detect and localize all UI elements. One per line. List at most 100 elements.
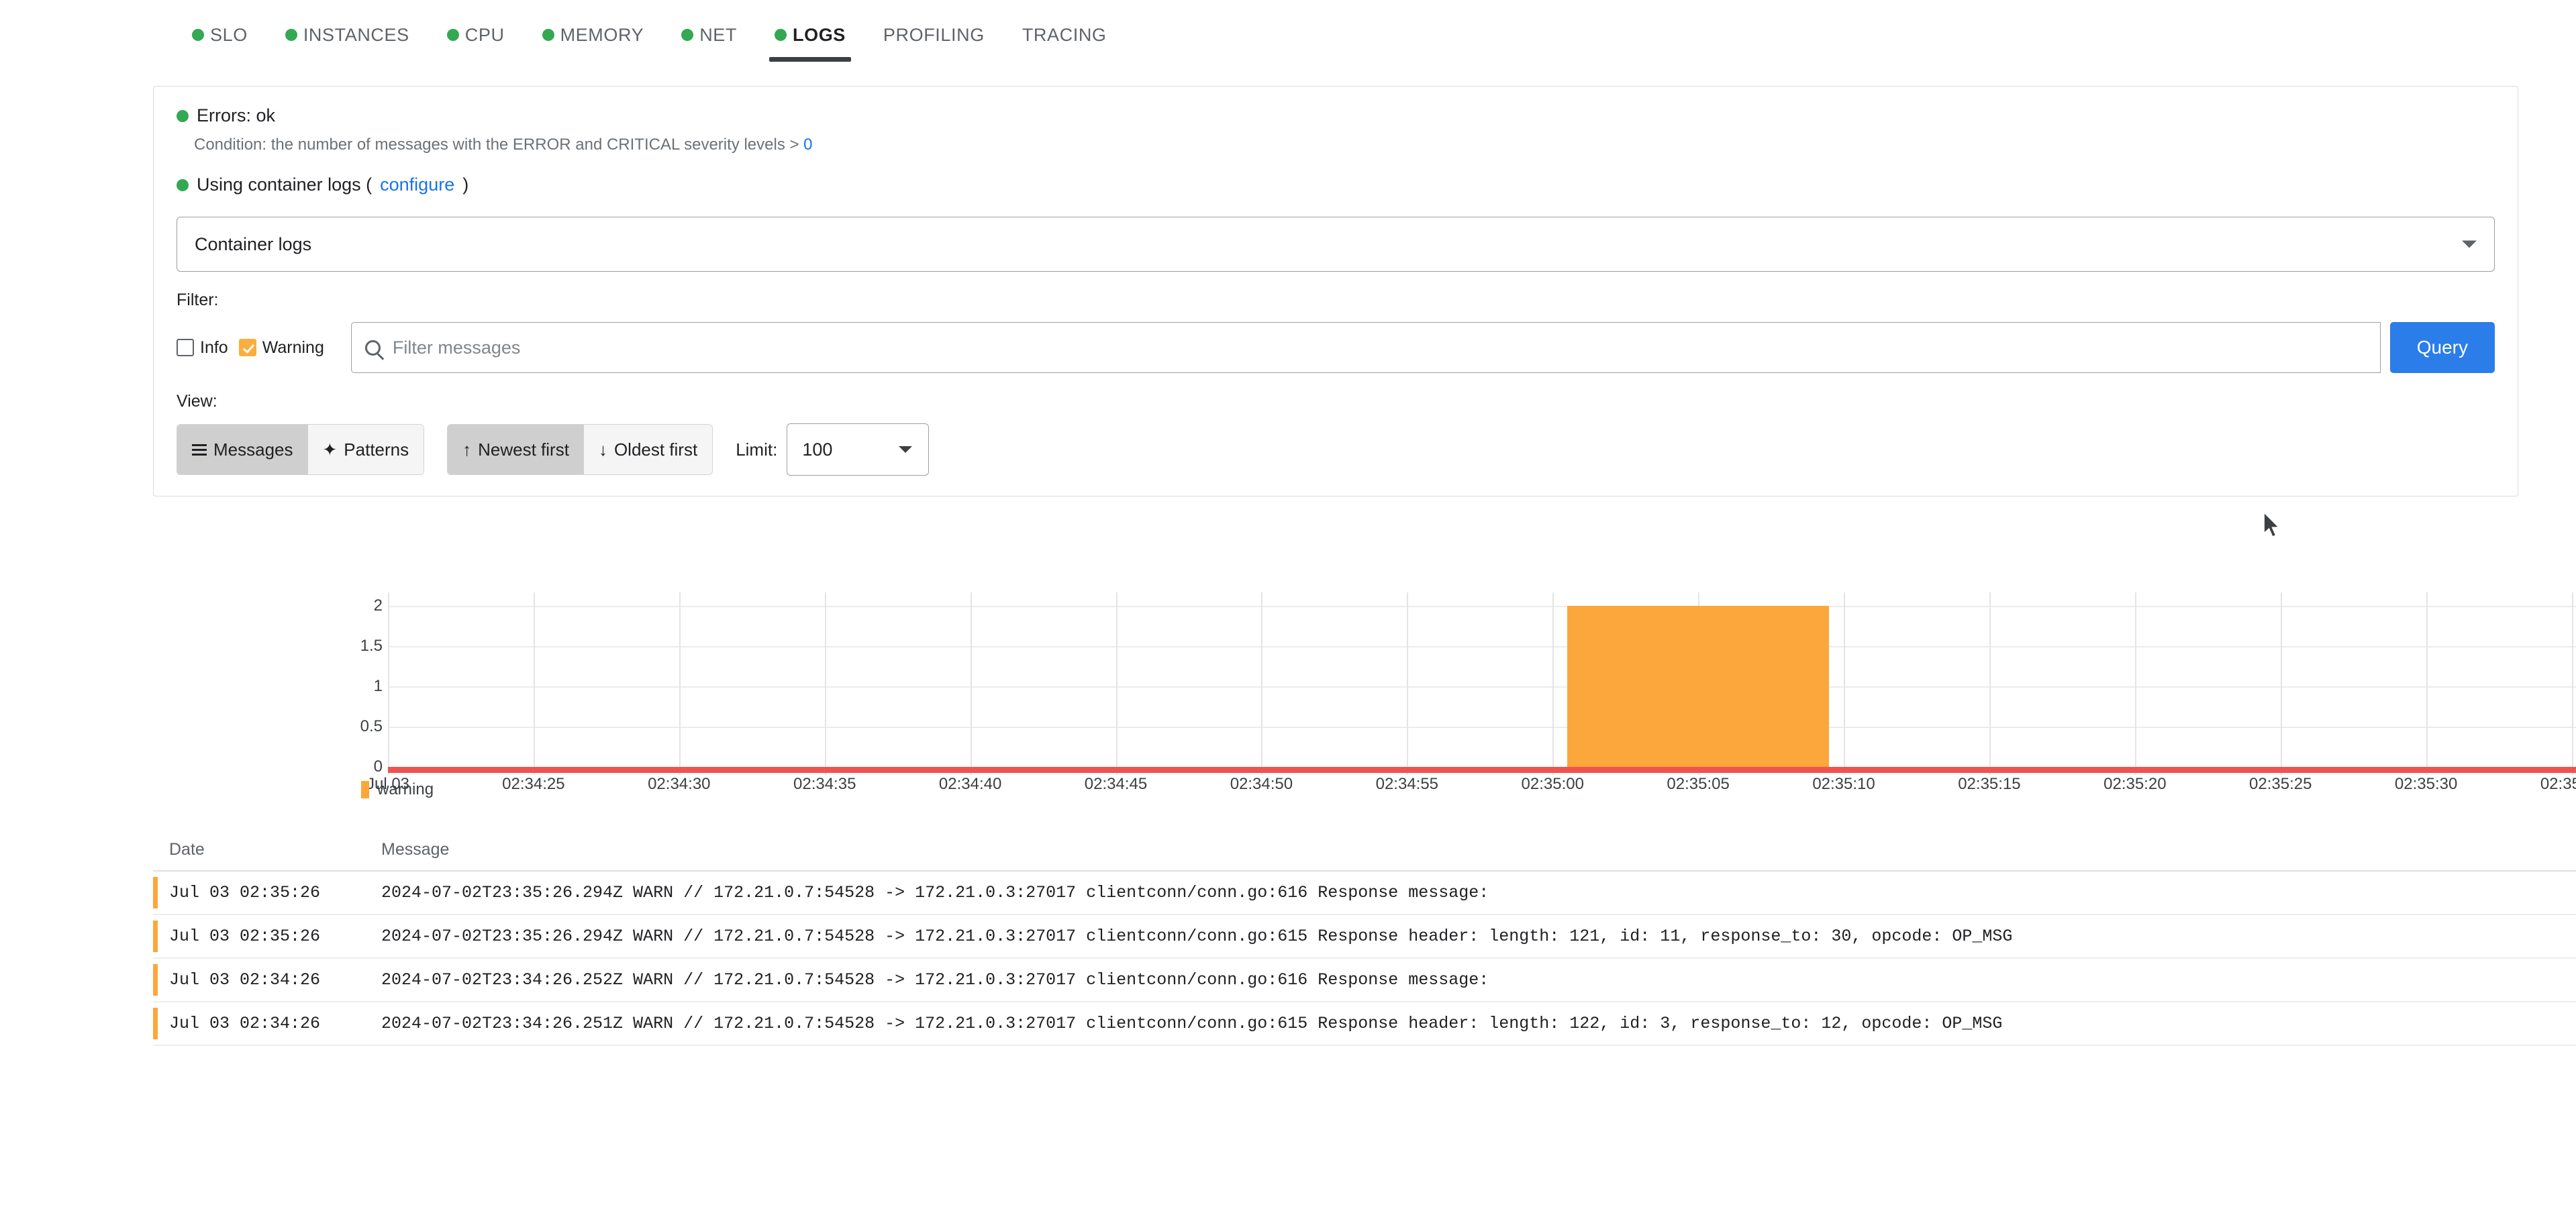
limit-select-value: 100 xyxy=(802,439,833,460)
checkbox-icon-warning[interactable] xyxy=(238,339,256,356)
search-input[interactable] xyxy=(391,336,2367,359)
view-mode-patterns-button[interactable]: ✦ Patterns xyxy=(307,425,424,474)
view-mode-messages-label: Messages xyxy=(213,439,293,460)
chart-gridline-vertical xyxy=(1116,592,1118,775)
view-mode-patterns-label: Patterns xyxy=(344,439,409,460)
tab-instances[interactable]: INSTANCES xyxy=(266,0,428,70)
chart-gridline-vertical xyxy=(1407,592,1409,775)
log-source-prefix: Using container logs ( xyxy=(197,174,373,195)
view-toolbar: Messages ✦ Patterns ↑ Newest first ↓ Old… xyxy=(177,423,2495,476)
filter-section-label: Filter: xyxy=(177,291,219,309)
status-green-dot xyxy=(285,29,297,41)
chart-x-tick-label: 02:34:40 xyxy=(938,775,1002,793)
view-mode-messages-button[interactable]: Messages xyxy=(177,425,308,474)
chart-gridline-vertical xyxy=(388,592,389,775)
tab-profiling[interactable]: PROFILING xyxy=(864,0,1003,70)
log-source-select[interactable]: Container logs xyxy=(177,217,2495,272)
chart-x-tick-label: 02:34:45 xyxy=(1084,775,1148,793)
tab-label: SLO xyxy=(210,24,248,45)
severity-label-warning: Warning xyxy=(262,337,324,357)
mouse-cursor-icon xyxy=(2263,511,2281,538)
status-green-dot xyxy=(192,29,204,41)
log-source-line: Using container logs (configure) xyxy=(177,174,2495,195)
list-icon xyxy=(192,443,207,456)
chart-x-tick-label: 02:34:30 xyxy=(648,775,711,793)
chart-gridline-vertical xyxy=(1989,592,1991,775)
chart-baseline-marker xyxy=(388,767,2576,773)
search-icon xyxy=(364,339,381,356)
chart-x-tick-label: 02:35:35 xyxy=(2540,775,2576,793)
limit-select[interactable]: 100 xyxy=(787,423,930,476)
sort-newest-first-button[interactable]: ↑ Newest first xyxy=(448,425,584,474)
chart-x-tick-label: 02:35:30 xyxy=(2394,775,2458,793)
chart-gridline-vertical xyxy=(2426,592,2428,775)
errors-condition-text: Condition: the number of messages with t… xyxy=(194,136,2495,154)
chart-x-tick-label: 02:35:20 xyxy=(2103,775,2167,793)
chart-y-tick-label: 1 xyxy=(373,677,383,695)
table-row[interactable]: Jul 03 02:34:26 2024-07-02T23:34:26.252Z … xyxy=(153,959,2576,1002)
limit-label: Limit: xyxy=(736,439,778,460)
tab-label: CPU xyxy=(464,24,505,45)
query-button[interactable]: Query xyxy=(2389,322,2495,373)
log-message-cell: 2024-07-02T23:35:26.294Z WARN // 172.21.… xyxy=(381,927,2013,946)
severity-checkbox-group: Info Warning xyxy=(177,322,351,373)
column-header-date: Date xyxy=(169,840,205,859)
table-row[interactable]: Jul 03 02:35:26 2024-07-02T23:35:26.294Z … xyxy=(153,915,2576,959)
log-source-select-value: Container logs xyxy=(195,233,312,254)
monitoring-tabbar: SLO INSTANCES CPU MEMORY NET LOGS PROFILING TRA… xyxy=(0,0,2576,70)
tab-memory[interactable]: MEMORY xyxy=(524,0,663,70)
table-row[interactable]: Jul 03 02:35:26 2024-07-02T23:35:26.294Z … xyxy=(153,872,2576,915)
log-messages-table: Date Message Jul 03 02:35:26 2024-07-02T2… xyxy=(153,840,2576,1046)
chevron-down-icon xyxy=(2462,240,2477,248)
status-green-dot xyxy=(775,29,787,41)
tab-slo[interactable]: SLO xyxy=(173,0,266,70)
condition-threshold-link[interactable]: 0 xyxy=(803,136,812,154)
chart-gridline-vertical xyxy=(970,592,972,775)
chart-gridline-horizontal xyxy=(388,686,2576,688)
status-green-dot-errors xyxy=(177,109,189,122)
chart-y-tick-label: 0 xyxy=(373,757,383,776)
chart-bar[interactable] xyxy=(1567,606,1830,767)
errors-status-line: Errors: ok xyxy=(177,105,2495,126)
sparkle-icon: ✦ xyxy=(322,439,338,460)
chevron-down-icon-limit xyxy=(899,446,913,453)
chart-y-tick-label: 2 xyxy=(373,596,383,615)
status-green-dot xyxy=(681,29,694,41)
status-green-dot xyxy=(542,29,554,41)
arrow-up-icon: ↑ xyxy=(462,439,472,460)
logs-histogram-chart: 0 0.5 1 1.5 2 Jul 03 02:34:25 02:34:30 02:34:35 0… xyxy=(153,567,2576,798)
sort-order-group: ↑ Newest first ↓ Oldest first xyxy=(447,424,713,475)
chart-gridline-vertical xyxy=(1844,592,1846,775)
chart-gridline-horizontal xyxy=(388,646,2576,647)
chart-gridline-vertical xyxy=(2280,592,2282,775)
log-message-cell: 2024-07-02T23:34:26.251Z WARN // 172.21.… xyxy=(381,1014,2003,1033)
view-mode-group: Messages ✦ Patterns xyxy=(177,424,425,475)
chart-x-tick-label: 02:35:05 xyxy=(1667,775,1730,793)
checkbox-icon-info[interactable] xyxy=(177,339,194,356)
log-message-cell: 2024-07-02T23:35:26.294Z WARN // 172.21.… xyxy=(381,883,1489,902)
status-green-dot xyxy=(446,29,459,41)
errors-status-text: Errors: ok xyxy=(197,105,276,125)
severity-checkbox-info[interactable]: Info xyxy=(177,338,239,358)
configure-link[interactable]: configure xyxy=(380,174,454,195)
table-body: Jul 03 02:35:26 2024-07-02T23:35:26.294Z … xyxy=(153,872,2576,1046)
chart-gridline-horizontal xyxy=(388,606,2576,607)
table-row[interactable]: Jul 03 02:34:26 2024-07-02T23:34:26.251Z … xyxy=(153,1002,2576,1046)
tab-tracing[interactable]: TRACING xyxy=(1003,0,1126,70)
filter-search-wrap[interactable] xyxy=(350,322,2381,373)
chart-gridline-vertical xyxy=(824,592,826,775)
tab-cpu[interactable]: CPU xyxy=(428,0,524,70)
chart-legend: warning xyxy=(361,780,434,799)
view-section-label: View: xyxy=(177,392,217,411)
sort-oldest-first-button[interactable]: ↓ Oldest first xyxy=(583,425,713,474)
chart-plot-area: 0 0.5 1 1.5 2 Jul 03 02:34:25 02:34:30 02:34:35 0… xyxy=(360,592,2576,793)
legend-label-warning: warning xyxy=(377,780,434,798)
severity-checkbox-warning[interactable]: Warning xyxy=(238,337,335,358)
sort-oldest-first-label: Oldest first xyxy=(613,439,698,460)
logs-control-panel: Errors: ok Condition: the number of mess… xyxy=(153,86,2518,496)
severity-label-info: Info xyxy=(200,337,228,357)
tab-net[interactable]: NET xyxy=(662,0,756,70)
log-date-cell: Jul 03 02:34:26 xyxy=(169,1014,321,1033)
tab-logs[interactable]: LOGS xyxy=(756,0,864,70)
log-message-cell: 2024-07-02T23:34:26.252Z WARN // 172.21.… xyxy=(381,970,1489,990)
